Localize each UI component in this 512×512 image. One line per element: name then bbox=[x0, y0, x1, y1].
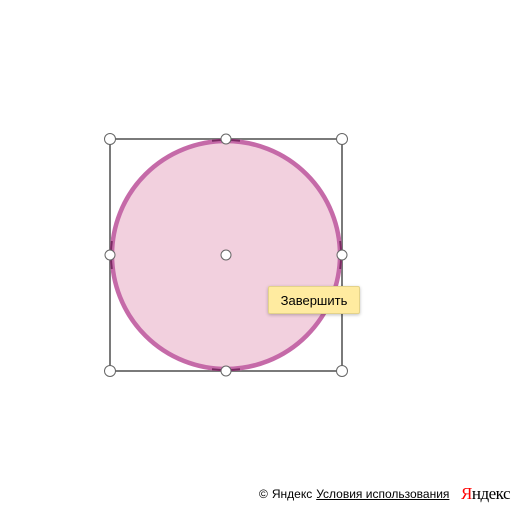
logo-rest: ндекс bbox=[471, 484, 511, 503]
resize-handle-bottom[interactable] bbox=[220, 365, 232, 377]
center-handle[interactable] bbox=[220, 249, 232, 261]
resize-handle-top-left[interactable] bbox=[104, 133, 116, 145]
copyright-text: Яндекс bbox=[271, 487, 313, 501]
finish-button[interactable]: Завершить bbox=[268, 286, 360, 314]
terms-of-use-link[interactable]: Условия использования bbox=[316, 487, 449, 501]
resize-handle-bottom-left[interactable] bbox=[104, 365, 116, 377]
resize-handle-bottom-right[interactable] bbox=[336, 365, 348, 377]
copyright-symbol: © bbox=[259, 487, 268, 501]
logo-first-letter: Я bbox=[461, 484, 472, 503]
resize-handle-right[interactable] bbox=[336, 249, 348, 261]
copyright-bar: © Яндекс Условия использования bbox=[259, 487, 449, 501]
map-canvas[interactable] bbox=[0, 0, 512, 512]
resize-handle-left[interactable] bbox=[104, 249, 116, 261]
resize-handle-top[interactable] bbox=[220, 133, 232, 145]
resize-handle-top-right[interactable] bbox=[336, 133, 348, 145]
yandex-logo[interactable]: Яндекс bbox=[461, 484, 511, 504]
